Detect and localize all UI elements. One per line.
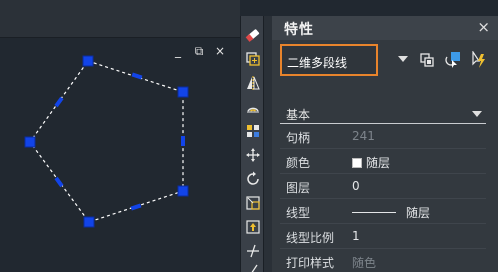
property-name: 图层	[286, 181, 311, 195]
midpoint-grip[interactable]	[54, 96, 64, 108]
object-type-value: 二维多段线	[287, 56, 348, 70]
close-icon[interactable]: ×	[477, 18, 490, 36]
panel-title: 特性	[284, 22, 314, 38]
toggle-pickadd-icon[interactable]	[418, 51, 436, 69]
array-icon[interactable]	[244, 122, 262, 140]
scale-icon[interactable]	[244, 194, 262, 212]
property-row-linetype[interactable]: 线型 随层	[280, 199, 486, 224]
property-row-layer[interactable]: 图层 0	[280, 174, 486, 199]
property-name: 线型比例	[286, 231, 335, 245]
offset-icon[interactable]	[244, 98, 262, 116]
property-row-linetype-scale[interactable]: 线型比例 1	[280, 224, 486, 249]
property-value: 241	[352, 129, 375, 143]
property-row-handle[interactable]: 句柄 241	[280, 124, 486, 149]
property-row-plot-style[interactable]: 打印样式 随色	[280, 249, 486, 272]
vertex-grip[interactable]	[177, 185, 189, 197]
copy-icon[interactable]	[244, 50, 262, 68]
eraser-icon[interactable]	[244, 26, 262, 44]
modify-toolbar	[240, 16, 264, 272]
property-name: 线型	[286, 206, 311, 220]
linetype-scale-value: 1	[352, 229, 360, 243]
select-objects-icon[interactable]	[444, 51, 462, 69]
property-name: 颜色	[286, 156, 311, 170]
midpoint-grip[interactable]	[181, 136, 185, 146]
mirror-icon[interactable]	[244, 74, 262, 92]
polyline-pentagon[interactable]	[29, 60, 184, 223]
property-value: 随层	[352, 204, 430, 221]
linetype-sample	[352, 212, 396, 213]
panel-divider[interactable]	[264, 16, 272, 272]
midpoint-grip[interactable]	[131, 72, 143, 80]
move-icon[interactable]	[244, 146, 262, 164]
section-basic-label: 基本	[286, 108, 311, 122]
property-value: 随层	[352, 154, 390, 171]
property-row-color[interactable]: 颜色 随层	[280, 149, 486, 174]
drawing-canvas[interactable]: _ ⧉ ×	[0, 0, 240, 272]
properties-header: 特性 ×	[272, 16, 498, 40]
vertex-grip[interactable]	[82, 55, 94, 67]
property-name: 句柄	[286, 131, 311, 145]
property-value: 随色	[352, 254, 376, 271]
handle-value: 241	[352, 129, 375, 143]
property-name: 打印样式	[286, 256, 335, 270]
layer-value: 0	[352, 179, 360, 193]
selected-polyline[interactable]	[0, 0, 240, 272]
linetype-value: 随层	[406, 206, 431, 220]
property-value: 1	[352, 229, 360, 243]
chevron-down-icon[interactable]	[398, 56, 408, 62]
property-list: 句柄 241 颜色 随层 图层 0 线型 随层 线型比例 1 打印样式 随色	[280, 124, 486, 272]
stretch-icon[interactable]	[244, 218, 262, 236]
color-value: 随层	[366, 156, 391, 170]
vertex-grip[interactable]	[24, 136, 36, 148]
midpoint-grip[interactable]	[130, 203, 142, 211]
property-value: 0	[352, 179, 360, 193]
plot-style-value: 随色	[352, 256, 377, 270]
vertex-grip[interactable]	[83, 216, 95, 228]
rotate-icon[interactable]	[244, 170, 262, 188]
extend-icon[interactable]	[244, 262, 262, 272]
properties-panel: 特性 × 二维多段线 基本 句柄 241 颜色 随层 图层 0 线型 随层 线型…	[272, 16, 498, 272]
section-basic-header[interactable]: 基本	[280, 104, 486, 124]
color-swatch	[352, 157, 362, 168]
quick-select-icon[interactable]	[469, 51, 487, 69]
trim-icon[interactable]	[244, 242, 262, 260]
chevron-down-icon[interactable]	[472, 111, 482, 117]
midpoint-grip[interactable]	[54, 176, 64, 188]
object-type-select[interactable]: 二维多段线	[280, 44, 378, 76]
vertex-grip[interactable]	[177, 86, 189, 98]
